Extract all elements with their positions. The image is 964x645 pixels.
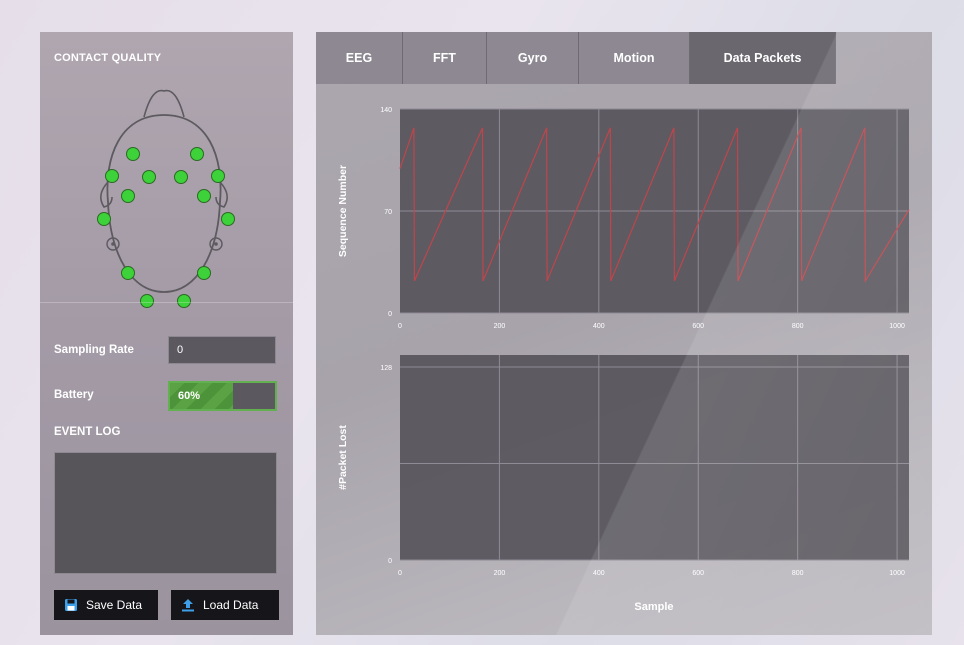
right-panel: EEG FFT Gyro Motion Data Packets 0 200 400… <box>316 32 932 635</box>
sensor-electrode <box>190 147 204 161</box>
battery-value: 60% <box>178 390 201 402</box>
sensor-electrode <box>221 212 235 226</box>
x-tick-label: 400 <box>593 570 605 577</box>
contact-quality-title: CONTACT QUALITY <box>54 52 162 64</box>
sensor-electrode <box>197 266 211 280</box>
battery-label: Battery <box>54 389 94 401</box>
event-log-box[interactable] <box>54 452 277 574</box>
y-axis-label: #Packet Lost <box>337 425 349 490</box>
panel-divider <box>40 302 293 303</box>
sensor-electrode <box>177 294 191 308</box>
sampling-rate-label: Sampling Rate <box>54 344 134 356</box>
sampling-rate-field[interactable]: 0 <box>168 336 276 364</box>
charts-area: 0 200 400 600 800 1000 0 70 140 Sequence Number 0 2… <box>337 107 910 613</box>
x-tick-label: 1000 <box>889 323 905 330</box>
sensor-electrode <box>126 147 140 161</box>
y-tick-label: 128 <box>380 365 392 372</box>
sensor-electrode <box>121 189 135 203</box>
y-tick-label: 0 <box>388 311 392 318</box>
x-axis-label: Sample <box>634 601 673 613</box>
save-data-label: Save Data <box>86 598 143 612</box>
x-tick-label: 0 <box>398 570 402 577</box>
head-map <box>97 89 235 308</box>
sensor-electrode <box>174 170 188 184</box>
save-data-button[interactable]: Save Data <box>54 590 158 620</box>
x-tick-label: 0 <box>398 323 402 330</box>
load-data-button[interactable]: Load Data <box>171 590 279 620</box>
x-tick-label: 200 <box>494 323 506 330</box>
y-tick-label: 140 <box>380 107 392 114</box>
sensor-electrode <box>197 189 211 203</box>
battery-indicator: 60% <box>168 381 277 411</box>
sensor-electrode <box>140 294 154 308</box>
upload-icon <box>182 599 194 612</box>
load-data-label: Load Data <box>203 598 259 612</box>
x-tick-label: 400 <box>593 323 605 330</box>
x-tick-label: 600 <box>692 323 704 330</box>
x-tick-label: 200 <box>494 570 506 577</box>
plot-area <box>400 355 909 560</box>
sensor-electrode <box>142 170 156 184</box>
x-tick-label: 800 <box>792 323 804 330</box>
sensor-electrode <box>97 212 111 226</box>
left-panel: CONTACT QUALITY Sampling Rate 0 Battery … <box>40 32 293 635</box>
sensor-electrode <box>211 169 225 183</box>
y-axis-label: Sequence Number <box>337 165 349 257</box>
floppy-disk-icon <box>65 599 77 611</box>
x-tick-label: 1000 <box>889 570 905 577</box>
x-tick-label: 600 <box>692 570 704 577</box>
sensor-electrode <box>121 266 135 280</box>
reference-electrode-right <box>209 237 223 251</box>
x-tick-label: 800 <box>792 570 804 577</box>
y-tick-label: 0 <box>388 558 392 565</box>
y-tick-label: 70 <box>384 209 392 216</box>
event-log-label: EVENT LOG <box>54 426 121 438</box>
sensor-electrode <box>105 169 119 183</box>
